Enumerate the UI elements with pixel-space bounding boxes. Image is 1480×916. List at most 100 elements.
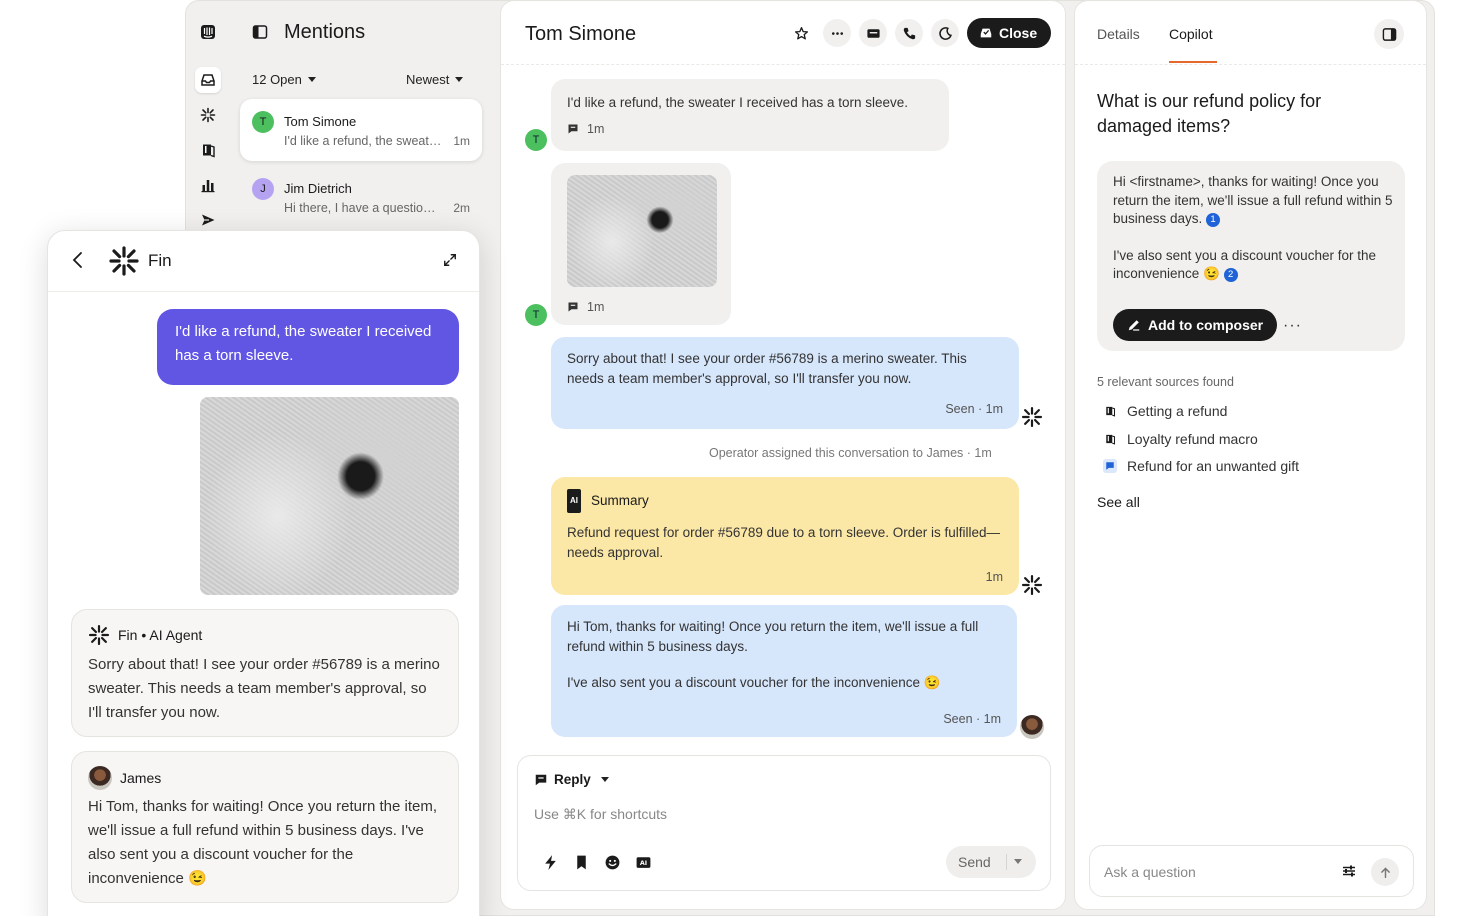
lightning-icon[interactable]: [542, 854, 559, 871]
left-rail: [186, 0, 230, 240]
ai-icon[interactable]: AI: [635, 854, 652, 871]
conversation-preview: Hi there, I have a question about my ord…: [284, 201, 442, 215]
conversation-time: 2m: [453, 201, 470, 215]
send-button[interactable]: Send: [946, 846, 1036, 878]
source-label: Getting a refund: [1127, 403, 1228, 419]
fin-ai-icon: [1021, 406, 1043, 428]
ticket-icon[interactable]: [859, 19, 887, 47]
conversation-list-item[interactable]: J Jim Dietrich Hi there, I have a questi…: [240, 166, 482, 228]
ask-input[interactable]: Ask a question: [1104, 864, 1196, 880]
teammate-header: James: [88, 766, 161, 790]
sort-label: Newest: [406, 72, 450, 87]
open-filter-label: 12 Open: [252, 72, 302, 87]
agent-message-text: Sorry about that! I see your order #5678…: [88, 656, 440, 721]
sweater-photo[interactable]: [567, 175, 717, 287]
conversation-toolbar: Close: [787, 18, 1052, 48]
chevron-down-icon: [455, 77, 464, 82]
expand-icon[interactable]: [443, 253, 457, 272]
citation-badge[interactable]: 1: [1206, 213, 1221, 228]
fin-ai-icon: [88, 624, 110, 646]
divider: [1006, 854, 1007, 870]
message-status: Seen · 1m: [943, 712, 1001, 726]
close-inbox-icon: [980, 28, 992, 38]
reports-chart-icon[interactable]: [195, 172, 221, 198]
composer-toolbar: AI: [542, 854, 652, 871]
logo-icon[interactable]: [195, 19, 221, 45]
customer-message: I'd like a refund, the sweater I receive…: [551, 79, 949, 151]
message-text: I've also sent you a discount voucher fo…: [567, 675, 941, 690]
summary-header: AI Summary: [567, 489, 1003, 513]
summary-text: Refund request for order #56789 due to a…: [567, 525, 1000, 560]
ask-question-field[interactable]: Ask a question: [1089, 845, 1414, 897]
book-icon: [1103, 432, 1117, 446]
chevron-down-icon: [600, 777, 609, 782]
see-all-link[interactable]: See all: [1097, 494, 1140, 510]
ai-summary-note: AI Summary Refund request for order #567…: [551, 477, 1019, 595]
add-to-composer-button[interactable]: Add to composer: [1113, 309, 1278, 341]
divider: [48, 291, 479, 292]
avatar: J: [252, 178, 274, 200]
message-time: 1m: [985, 570, 1003, 584]
reply-composer[interactable]: Reply Use ⌘K for shortcuts AI Send: [517, 755, 1051, 891]
chevron-down-icon[interactable]: [1014, 859, 1022, 864]
chat-icon: [1103, 459, 1117, 473]
message-status: Seen · 1m: [945, 402, 1003, 416]
user-message-bubble: I'd like a refund, the sweater I receive…: [157, 309, 459, 385]
copilot-panel: Details Copilot What is our refund polic…: [1074, 0, 1427, 910]
phone-icon[interactable]: [895, 19, 923, 47]
source-label: Loyalty refund macro: [1127, 431, 1258, 447]
teammate-reply-message: Hi Tom, thanks for waiting! Once you ret…: [551, 605, 1017, 737]
sort-dropdown[interactable]: Newest: [406, 72, 464, 87]
settings-sliders-icon[interactable]: [1341, 863, 1357, 884]
tab-copilot[interactable]: Copilot: [1169, 26, 1213, 42]
sources-heading: 5 relevant sources found: [1097, 375, 1234, 389]
submit-arrow-icon[interactable]: [1371, 858, 1399, 886]
reply-mode-dropdown[interactable]: Reply: [534, 772, 609, 787]
open-filter-dropdown[interactable]: 12 Open: [252, 72, 316, 87]
message-meta: 1m: [567, 119, 933, 139]
panel-toggle-icon[interactable]: [1374, 19, 1404, 49]
source-item[interactable]: Loyalty refund macro: [1103, 431, 1258, 447]
teammate-message-text: Hi Tom, thanks for waiting! Once you ret…: [88, 798, 438, 887]
widget-title: Fin: [148, 251, 172, 270]
fin-reply-message: Sorry about that! I see your order #5678…: [551, 337, 1019, 429]
teammate-name: James: [120, 770, 162, 786]
fin-ai-icon[interactable]: [195, 102, 221, 128]
fin-logo-icon: [108, 245, 140, 282]
source-item[interactable]: Refund for an unwanted gift: [1103, 458, 1299, 474]
more-options-icon[interactable]: [823, 19, 851, 47]
close-conversation-button[interactable]: Close: [967, 18, 1052, 48]
conversation-list-item[interactable]: T Tom Simone I'd like a refund, the swea…: [240, 99, 482, 161]
sidebar-toggle-icon[interactable]: [252, 24, 268, 45]
customer-avatar: T: [525, 129, 547, 151]
citation-badge[interactable]: 2: [1223, 268, 1238, 283]
star-icon[interactable]: [787, 19, 815, 47]
page-title: Mentions: [284, 21, 366, 43]
chevron-down-icon: [307, 77, 316, 82]
conversation-title: Tom Simone: [525, 23, 637, 45]
knowledge-book-icon[interactable]: [195, 137, 221, 163]
sweater-photo[interactable]: [200, 397, 459, 595]
emoji-icon[interactable]: [604, 854, 621, 871]
send-label: Send: [958, 854, 991, 870]
bookmark-icon[interactable]: [573, 854, 590, 871]
ai-badge-icon: AI: [567, 489, 581, 513]
reply-input[interactable]: Use ⌘K for shortcuts: [534, 806, 667, 823]
teammate-message: James Hi Tom, thanks for waiting! Once y…: [71, 751, 459, 903]
copilot-question: What is our refund policy for damaged it…: [1097, 91, 1322, 136]
conversation-time: 1m: [453, 134, 470, 148]
summary-title: Summary: [591, 493, 649, 508]
agent-header: Fin • AI Agent: [88, 624, 202, 646]
answer-paragraph: I've also sent you a discount voucher fo…: [1113, 247, 1376, 282]
copilot-answer-card: Hi <firstname>, thanks for waiting! Once…: [1097, 161, 1405, 351]
back-arrow-icon[interactable]: [70, 251, 86, 274]
mentions-list-panel: Mentions 12 Open Newest T Tom Simone I'd…: [230, 0, 492, 240]
inbox-icon[interactable]: [195, 67, 221, 93]
divider: [501, 64, 1065, 65]
more-options-icon[interactable]: ···: [1283, 317, 1302, 335]
tab-details[interactable]: Details: [1097, 26, 1140, 42]
answer-paragraph: Hi <firstname>, thanks for waiting! Once…: [1113, 174, 1393, 226]
snooze-moon-icon[interactable]: [931, 19, 959, 47]
message-time: 1m: [587, 122, 605, 136]
source-item[interactable]: Getting a refund: [1103, 403, 1227, 419]
